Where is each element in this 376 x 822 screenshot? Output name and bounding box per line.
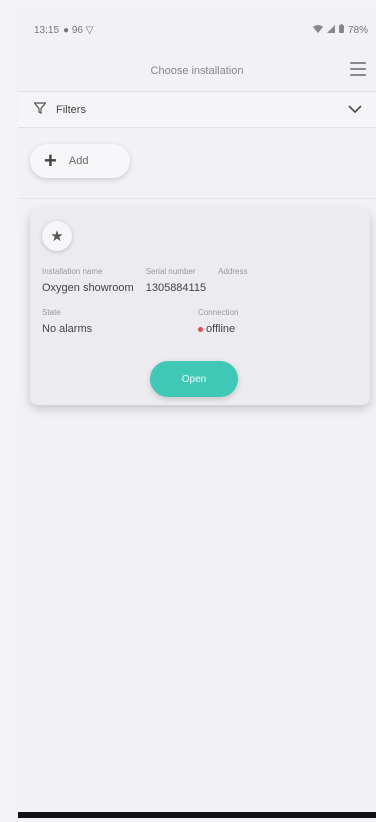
star-icon[interactable]: ★ [42,221,72,251]
wifi-icon [312,24,323,36]
address-field: Address [218,267,247,294]
serial-number-field: Serial number 1305884115 [146,267,206,294]
add-button[interactable]: + Add [30,144,130,178]
filter-icon [33,102,47,117]
connection-status: offline [198,323,238,335]
add-section: + Add [18,128,376,178]
connection-label: Connection [198,308,239,317]
menu-icon[interactable] [350,62,366,76]
status-icons: ● 96 ▽ [63,24,94,36]
app-bar: Choose installation [18,50,376,92]
installation-card: ★ Installation name Oxygen showroom Seri… [30,209,370,405]
card-fields-row-2: State No alarms Connection offline [42,308,358,335]
battery-percent: 78% [347,24,368,36]
app-screen: 13:15 ● 96 ▽ 78% Choose installation Fil… [18,10,376,818]
connection-field: Connection offline [198,308,238,335]
state-label: State [42,308,61,317]
chevron-down-icon[interactable] [348,101,362,119]
signal-icon [326,24,335,36]
serial-number-label: Serial number [145,267,196,276]
installation-name-value: Oxygen showroom [42,282,134,294]
offline-dot-icon [198,326,203,332]
open-button[interactable]: Open [150,361,238,397]
divider [18,198,376,199]
serial-number-value: 1305884115 [145,282,207,294]
address-label: Address [218,267,248,276]
battery-icon [338,24,344,36]
add-button-label: Add [68,155,89,167]
card-fields-row-1: Installation name Oxygen showroom Serial… [42,267,358,294]
installation-name-label: Installation name [42,267,103,276]
installation-name-field: Installation name Oxygen showroom [42,267,134,294]
navigation-bar [18,812,376,818]
connection-value: offline [206,323,236,335]
status-left: 13:15 ● 96 ▽ [34,25,93,36]
status-time: 13:15 [34,24,60,36]
page-title: Choose installation [150,64,244,77]
status-right: 78% [312,24,368,36]
status-bar: 13:15 ● 96 ▽ 78% [18,10,376,50]
state-value: No alarms [42,323,93,335]
filters-label: Filters [56,103,86,116]
state-field: State No alarms [42,308,198,335]
filters-bar[interactable]: Filters [18,92,376,128]
plus-icon: + [44,148,57,173]
